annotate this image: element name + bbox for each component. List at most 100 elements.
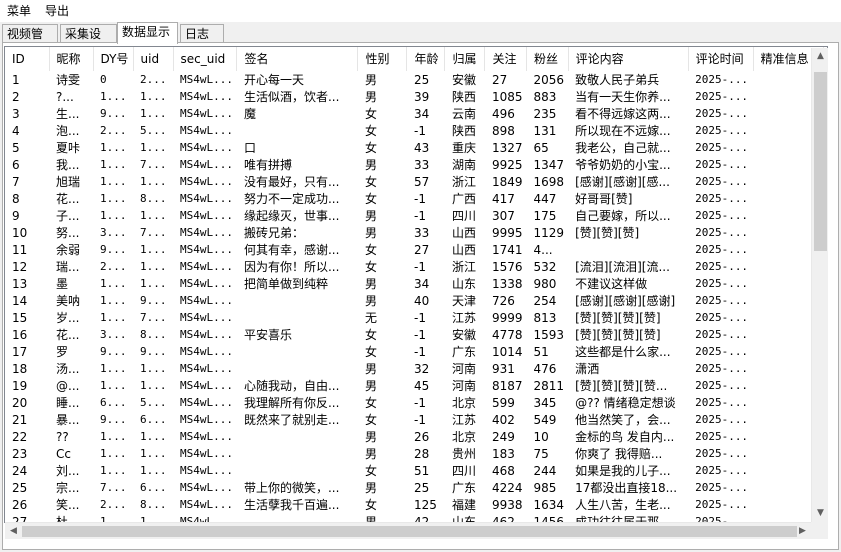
table-cell: 余弱	[56, 242, 81, 257]
table-cell: 没有最好，只有...	[243, 174, 340, 189]
table-cell: 7...	[140, 157, 167, 171]
tab-log[interactable]: 日志	[180, 24, 224, 43]
menu-item-export[interactable]: 导出	[38, 0, 76, 22]
column-header[interactable]: 关注	[484, 47, 528, 71]
table-cell: 2...	[100, 259, 127, 273]
table-cell: 1...	[100, 89, 127, 103]
table-cell: 这些都是什么家...	[575, 344, 671, 359]
column-header[interactable]: 年龄	[406, 47, 446, 71]
table-cell: 9...	[100, 344, 127, 358]
table-cell: 瑞...	[56, 259, 80, 274]
table-cell: 235	[533, 106, 557, 121]
table-row[interactable]: 24 刘... 1... 1... MS4wL... 女 51 四川 468 244 如果是我的儿子…	[5, 462, 823, 479]
table-row[interactable]: 20 睡... 6... 5... MS4wL... 我理解所有你反... 女 -1 北京 599…	[5, 394, 823, 411]
table-cell: 他当然笑了，会...	[575, 412, 671, 427]
table-cell: 8...	[140, 497, 167, 511]
table-cell: 7	[12, 174, 20, 189]
scroll-down-icon[interactable]: ▼	[812, 505, 829, 522]
table-row[interactable]: 2?... 1... 1... MS4wL... 生活似酒，饮者... 男 39 陕西 1085…	[5, 88, 823, 105]
table-cell: 22	[12, 429, 28, 444]
table-cell: 3	[12, 106, 20, 121]
table-row[interactable]: 23 Cc 1... 1... MS4wL... 男 28 贵州 183 75 你爽了 我得赔...…	[5, 445, 823, 462]
table-cell: 1...	[100, 208, 127, 222]
column-header[interactable]: ID	[5, 47, 50, 71]
column-header[interactable]: 归属	[444, 47, 486, 71]
table-cell: 女	[364, 259, 377, 274]
horizontal-scrollbar[interactable]: ◀ ▶	[5, 522, 811, 539]
data-grid[interactable]: ID 昵称 DY号 uid sec_uid 签名 性别 年龄 归属 关注 粉丝 评论内容 评论时间 精准信…	[4, 46, 828, 523]
tab-data-display[interactable]: 数据显示	[117, 22, 178, 44]
table-cell: 65	[533, 140, 549, 155]
vertical-scroll-thumb[interactable]	[814, 72, 827, 251]
tab-collect-settings[interactable]: 采集设置	[60, 24, 117, 59]
table-row[interactable]: 10 努... 3... 7... MS4wL... 搬砖兄弟： 男 33 山西 9995 1129…	[5, 224, 823, 241]
scroll-up-icon[interactable]: ▲	[812, 48, 829, 65]
table-cell: 1	[12, 72, 20, 87]
table-cell: 931	[491, 361, 515, 376]
table-row[interactable]: 9 子... 1... 1... MS4wL... 缘起缘灭，世事... 男 -1 四川 307 1…	[5, 207, 823, 224]
table-row[interactable]: 14 美呐 1... 9... MS4wL... 男 40 天津 726 254 [感谢][感谢][…	[5, 292, 823, 309]
tab-video-management[interactable]: 视频管理	[2, 24, 58, 59]
table-cell: 2025-...	[695, 174, 749, 188]
scroll-left-icon[interactable]: ◀	[5, 523, 22, 540]
table-row[interactable]: 21 暴... 9... 6... MS4wL... 既然来了就别走... 女 -1 江苏 402…	[5, 411, 823, 428]
table-row[interactable]: 3 生... 9... 1... MS4wL... 魔 女 34 云南 496 235 看不得远嫁这两…	[5, 105, 823, 122]
table-row[interactable]: 8 花... 1... 8... MS4wL... 努力不一定成功... 女 -1 广西 417 4…	[5, 190, 823, 207]
table-row[interactable]: 6 我... 1... 7... MS4wL... 唯有拼搏 男 33 湖南 9925 1347 爷爷…	[5, 156, 823, 173]
column-header[interactable]: 粉丝	[526, 47, 569, 71]
horizontal-scroll-thumb[interactable]	[22, 526, 797, 537]
table-cell: 女	[364, 327, 377, 342]
table-cell: 宗...	[56, 480, 80, 495]
table-cell: 把简单做到纯粹	[243, 276, 328, 291]
table-cell: 51	[413, 463, 430, 478]
table-cell: 缘起缘灭，世事...	[243, 208, 340, 223]
table-row[interactable]: 12 瑞... 2... 1... MS4wL... 因为有你！所以... 女 -1 浙江 157…	[5, 258, 823, 275]
table-row[interactable]: 25 宗... 7... 6... MS4wL... 带上你的微笑，... 男 25 广东 422…	[5, 479, 823, 496]
table-cell: 6...	[140, 412, 167, 426]
vertical-scrollbar[interactable]: ▲ ▼	[811, 48, 828, 522]
table-row[interactable]: 13 墨 1... 1... MS4wL... 把简单做到纯粹 男 34 山东 1338 980 不建…	[5, 275, 823, 292]
column-header[interactable]: 签名	[236, 47, 359, 71]
column-header[interactable]: 评论时间	[688, 47, 754, 71]
column-header[interactable]: sec_uid	[173, 47, 238, 71]
menu-item-menu[interactable]: 菜单	[0, 0, 38, 22]
table-row[interactable]: 16 花... 3... 8... MS4wL... 平安喜乐 女 -1 安徽 4778 1593 […	[5, 326, 823, 343]
table-cell: 男	[364, 446, 377, 461]
table-cell: 汤...	[56, 361, 80, 376]
table-cell: 子...	[56, 208, 80, 223]
table-cell: 32	[413, 361, 430, 376]
table-cell: 何其有幸，感谢...	[243, 242, 340, 257]
table-row[interactable]: 17 罗 9... 9... MS4wL... 女 -1 广东 1014 51 这些都是什么家...…	[5, 343, 823, 360]
table-row[interactable]: 1 诗雯 0 2... MS4wL... 开心每一天 男 25 安徽 27 2056 致敬人民子弟兵 2…	[5, 71, 823, 88]
table-row[interactable]: 22?? 1... 1... MS4wL... 男 26 北京 249 10 金标的鸟 发自内..…	[5, 428, 823, 445]
table-cell: ??	[56, 429, 69, 444]
table-cell: 2025-...	[695, 497, 749, 511]
table-row[interactable]: 11 余弱 9... 1... MS4wL... 何其有幸，感谢... 女 27 山西 1741 4…	[5, 241, 823, 258]
scroll-right-icon[interactable]: ▶	[794, 523, 811, 540]
table-row[interactable]: 18 汤... 1... 1... MS4wL... 男 32 河南 931 476 潇洒 2025-…	[5, 360, 823, 377]
table-row[interactable]: 5 夏咔 1... 1... MS4wL... 口 女 43 重庆 1327 65 我老公，自己就..…	[5, 139, 823, 156]
table-cell: 1327	[491, 140, 523, 155]
table-cell: 898	[491, 123, 515, 138]
table-cell: 山西	[451, 225, 476, 240]
table-cell: MS4wL...	[180, 157, 233, 171]
table-row[interactable]: 19 @... 1... 1... MS4wL... 心随我动，自由... 男 45 河南 818…	[5, 377, 823, 394]
column-header[interactable]: 昵称	[49, 47, 94, 71]
table-row[interactable]: 26 笑... 2... 8... MS4wL... 生活孽我千百遍... 女 125 福建 99…	[5, 496, 823, 513]
table-cell: 9...	[100, 106, 127, 120]
column-header[interactable]: 性别	[357, 47, 408, 71]
table-cell: 广东	[451, 344, 476, 359]
table-row[interactable]: 4 泡... 2... 5... MS4wL... 女 -1 陕西 898 131 所以现在不远嫁.…	[5, 122, 823, 139]
table-cell: 183	[491, 446, 515, 461]
table-row[interactable]: 15 岁... 1... 7... MS4wL... 无 -1 江苏 9999 813 [赞][赞]…	[5, 309, 823, 326]
table-cell: MS4wL...	[180, 72, 233, 86]
table-cell: 10	[533, 429, 549, 444]
column-header[interactable]: DY号	[93, 47, 134, 71]
column-header[interactable]: 评论内容	[568, 47, 689, 71]
table-cell: 生活孽我千百遍...	[243, 497, 340, 512]
table-cell: 北京	[451, 395, 476, 410]
table-row[interactable]: 7 旭瑞 1... 1... MS4wL... 没有最好，只有... 女 57 浙江 1849 16…	[5, 173, 823, 190]
table-cell: 24	[12, 463, 28, 478]
table-cell: 8	[12, 191, 20, 206]
column-header[interactable]: uid	[133, 47, 174, 71]
